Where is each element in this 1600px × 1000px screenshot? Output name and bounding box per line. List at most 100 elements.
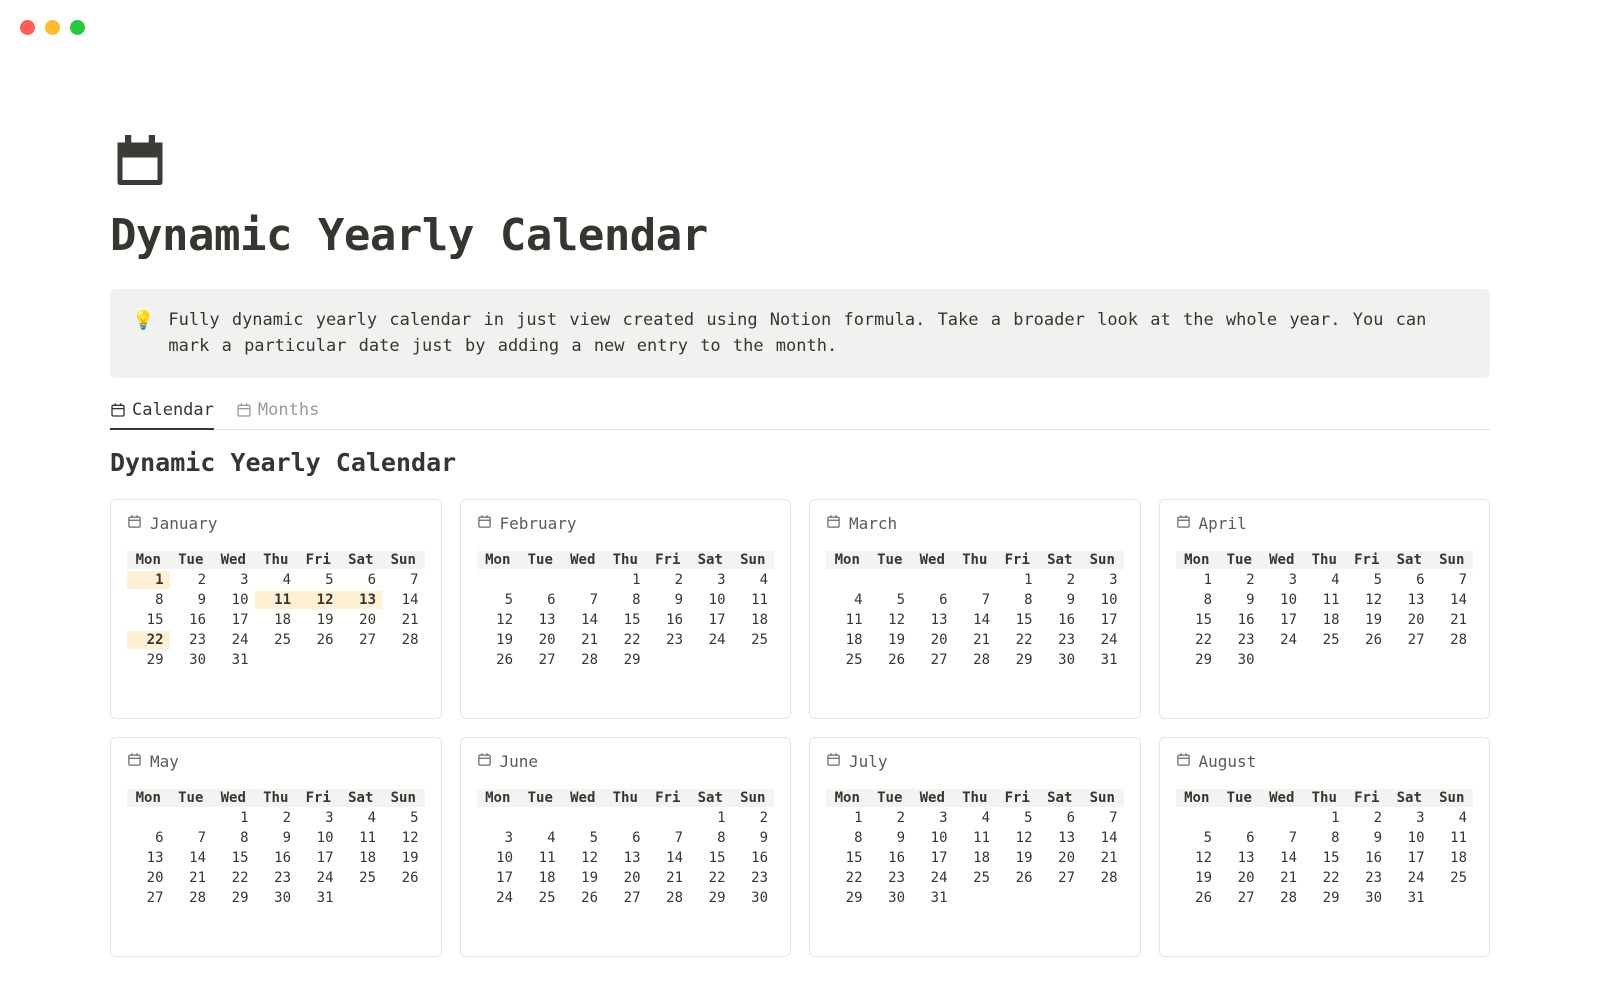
day-cell[interactable]: 9 — [1346, 829, 1389, 847]
day-cell[interactable]: 21 — [382, 611, 425, 629]
day-cell[interactable]: 6 — [604, 829, 647, 847]
day-cell[interactable]: 14 — [382, 591, 425, 609]
day-cell[interactable]: 30 — [1218, 651, 1261, 669]
day-cell[interactable]: 2 — [1346, 809, 1389, 827]
day-cell[interactable]: 6 — [1388, 571, 1431, 589]
day-cell[interactable]: 22 — [1303, 869, 1346, 887]
day-cell[interactable]: 25 — [826, 651, 869, 669]
day-cell[interactable]: 4 — [340, 809, 383, 827]
day-cell[interactable]: 7 — [382, 571, 425, 589]
day-cell[interactable]: 14 — [1261, 849, 1304, 867]
day-cell[interactable]: 18 — [519, 869, 562, 887]
day-cell[interactable]: 29 — [826, 889, 869, 907]
day-cell[interactable]: 25 — [732, 631, 775, 649]
day-cell[interactable]: 11 — [255, 591, 298, 609]
day-cell[interactable]: 8 — [1303, 829, 1346, 847]
day-cell[interactable]: 19 — [996, 849, 1039, 867]
day-cell[interactable]: 20 — [911, 631, 954, 649]
day-cell[interactable]: 17 — [477, 869, 520, 887]
day-cell[interactable]: 23 — [1039, 631, 1082, 649]
day-cell[interactable]: 25 — [340, 869, 383, 887]
day-cell[interactable]: 30 — [732, 889, 775, 907]
day-cell[interactable]: 18 — [1303, 611, 1346, 629]
day-cell[interactable]: 22 — [212, 869, 255, 887]
day-cell[interactable]: 12 — [477, 611, 520, 629]
day-cell[interactable]: 26 — [996, 869, 1039, 887]
day-cell[interactable]: 6 — [1039, 809, 1082, 827]
day-cell[interactable]: 2 — [647, 571, 690, 589]
day-cell[interactable]: 22 — [127, 631, 170, 649]
day-cell[interactable]: 22 — [689, 869, 732, 887]
day-cell[interactable]: 27 — [1388, 631, 1431, 649]
day-cell[interactable]: 14 — [170, 849, 213, 867]
day-cell[interactable]: 8 — [212, 829, 255, 847]
day-cell[interactable]: 30 — [255, 889, 298, 907]
day-cell[interactable]: 9 — [647, 591, 690, 609]
day-cell[interactable]: 10 — [477, 849, 520, 867]
day-cell[interactable]: 28 — [562, 651, 605, 669]
day-cell[interactable]: 1 — [1176, 571, 1219, 589]
day-cell[interactable]: 3 — [477, 829, 520, 847]
day-cell[interactable]: 15 — [1176, 611, 1219, 629]
day-cell[interactable]: 26 — [477, 651, 520, 669]
minimize-window-icon[interactable] — [45, 20, 60, 35]
day-cell[interactable]: 11 — [954, 829, 997, 847]
day-cell[interactable]: 12 — [869, 611, 912, 629]
day-cell[interactable]: 14 — [954, 611, 997, 629]
day-cell[interactable]: 4 — [732, 571, 775, 589]
day-cell[interactable]: 13 — [1388, 591, 1431, 609]
day-cell[interactable]: 25 — [255, 631, 298, 649]
day-cell[interactable]: 1 — [604, 571, 647, 589]
day-cell[interactable]: 22 — [826, 869, 869, 887]
day-cell[interactable]: 4 — [826, 591, 869, 609]
day-cell[interactable]: 13 — [519, 611, 562, 629]
maximize-window-icon[interactable] — [70, 20, 85, 35]
day-cell[interactable]: 22 — [604, 631, 647, 649]
day-cell[interactable]: 10 — [1081, 591, 1124, 609]
day-cell[interactable]: 20 — [1039, 849, 1082, 867]
day-cell[interactable]: 28 — [1081, 869, 1124, 887]
day-cell[interactable]: 13 — [911, 611, 954, 629]
day-cell[interactable]: 5 — [869, 591, 912, 609]
day-cell[interactable]: 27 — [1218, 889, 1261, 907]
month-card[interactable]: AugustMonTueWedThuFriSatSun1234567891011… — [1159, 737, 1491, 957]
day-cell[interactable]: 1 — [212, 809, 255, 827]
month-card[interactable]: JulyMonTueWedThuFriSatSun123456789101112… — [809, 737, 1141, 957]
day-cell[interactable]: 27 — [519, 651, 562, 669]
day-cell[interactable]: 21 — [170, 869, 213, 887]
day-cell[interactable]: 9 — [255, 829, 298, 847]
day-cell[interactable]: 29 — [212, 889, 255, 907]
day-cell[interactable]: 4 — [255, 571, 298, 589]
day-cell[interactable]: 3 — [212, 571, 255, 589]
day-cell[interactable]: 27 — [340, 631, 383, 649]
day-cell[interactable]: 25 — [519, 889, 562, 907]
day-cell[interactable]: 24 — [212, 631, 255, 649]
day-cell[interactable]: 1 — [689, 809, 732, 827]
day-cell[interactable]: 12 — [996, 829, 1039, 847]
day-cell[interactable]: 16 — [869, 849, 912, 867]
day-cell[interactable]: 20 — [127, 869, 170, 887]
day-cell[interactable]: 23 — [647, 631, 690, 649]
day-cell[interactable]: 12 — [1176, 849, 1219, 867]
day-cell[interactable]: 9 — [732, 829, 775, 847]
day-cell[interactable]: 17 — [689, 611, 732, 629]
day-cell[interactable]: 26 — [869, 651, 912, 669]
day-cell[interactable]: 25 — [1431, 869, 1474, 887]
day-cell[interactable]: 20 — [604, 869, 647, 887]
day-cell[interactable]: 24 — [1081, 631, 1124, 649]
day-cell[interactable]: 18 — [732, 611, 775, 629]
day-cell[interactable]: 20 — [340, 611, 383, 629]
day-cell[interactable]: 6 — [127, 829, 170, 847]
day-cell[interactable]: 1 — [1303, 809, 1346, 827]
day-cell[interactable]: 27 — [1039, 869, 1082, 887]
day-cell[interactable]: 30 — [869, 889, 912, 907]
day-cell[interactable]: 10 — [911, 829, 954, 847]
day-cell[interactable]: 3 — [1388, 809, 1431, 827]
day-cell[interactable]: 4 — [1431, 809, 1474, 827]
month-card[interactable]: MayMonTueWedThuFriSatSun1234567891011121… — [110, 737, 442, 957]
day-cell[interactable]: 28 — [647, 889, 690, 907]
day-cell[interactable]: 27 — [911, 651, 954, 669]
month-card[interactable]: FebruaryMonTueWedThuFriSatSun12345678910… — [460, 499, 792, 719]
day-cell[interactable]: 17 — [1388, 849, 1431, 867]
day-cell[interactable]: 15 — [996, 611, 1039, 629]
